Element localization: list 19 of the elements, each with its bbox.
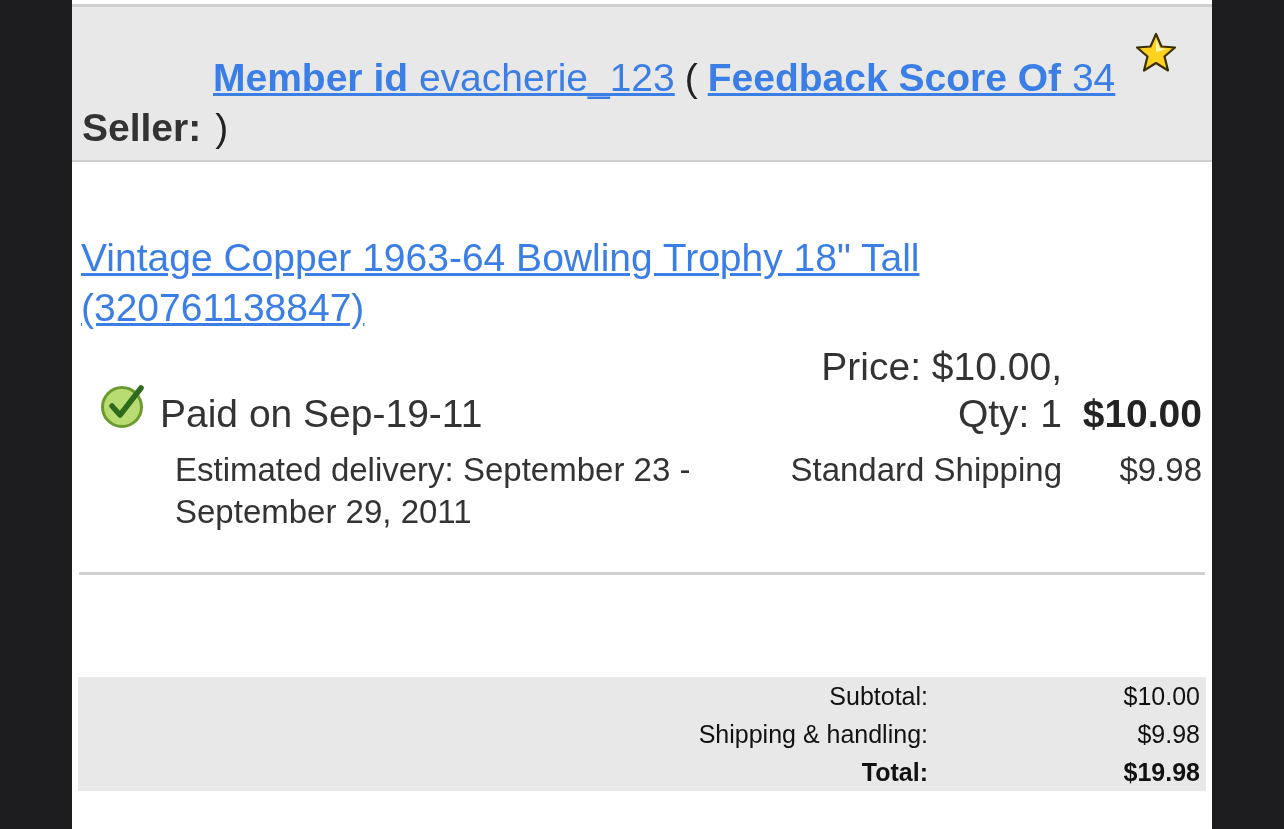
shipping-method-text: Standard Shipping: [789, 450, 1062, 490]
totals-value: $10.00: [1122, 681, 1200, 712]
paren-text: (: [684, 58, 698, 98]
paid-status-text: Paid on Sep-19-11: [160, 391, 483, 437]
paren-text: ): [215, 108, 229, 148]
totals-label: Subtotal:: [828, 681, 928, 712]
totals-value: $19.98: [1122, 757, 1200, 788]
member-id-link[interactable]: Member id evacherie_123: [213, 58, 675, 98]
delivery-estimate-text: Estimated delivery: September 23 - September 29, 2011: [175, 450, 692, 532]
shipping-cost-text: $9.98: [1118, 450, 1202, 490]
totals-label: Total:: [860, 757, 928, 788]
line-total-text: $10.00: [1081, 391, 1202, 437]
price-qty-text: Price: $10.00, Qty: 1: [820, 344, 1062, 437]
seller-label: Seller:: [82, 108, 202, 148]
star-icon: [1135, 32, 1178, 74]
totals-value: $9.98: [1136, 719, 1200, 750]
feedback-score-link[interactable]: Feedback Score Of 34: [707, 58, 1116, 98]
item-title-link[interactable]: Vintage Copper 1963-64 Bowling Trophy 18" Tall (320761138847): [81, 233, 961, 333]
totals-label: Shipping & handling:: [697, 719, 928, 750]
